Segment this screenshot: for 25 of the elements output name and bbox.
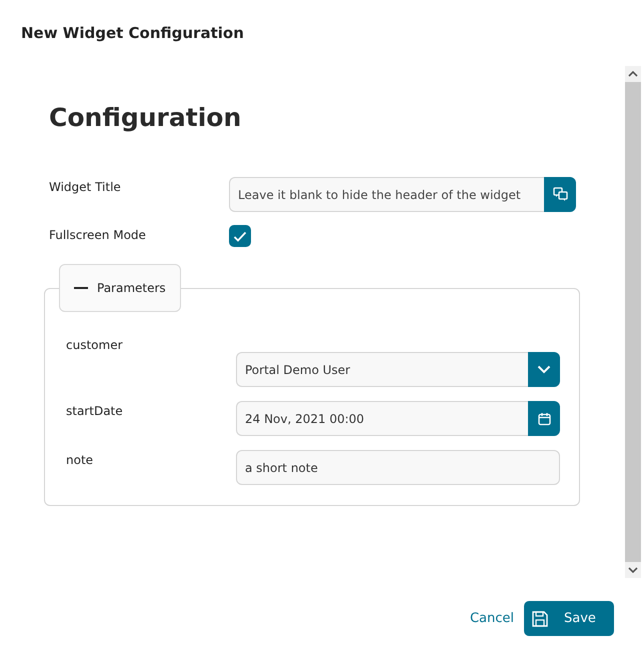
field-label: startDate xyxy=(66,403,124,418)
field-label: note xyxy=(66,452,94,467)
input-field[interactable]: 24 Nov, 2021 00:00 xyxy=(236,401,528,436)
input-field[interactable]: a short note xyxy=(236,450,560,485)
save-button[interactable]: Save xyxy=(524,601,614,636)
calendar-icon xyxy=(538,412,550,426)
dialog-title: New Widget Configuration xyxy=(20,23,245,44)
cancel-link[interactable]: Cancel xyxy=(470,611,514,626)
field-label: customer xyxy=(66,337,124,352)
speech-bubbles-icon xyxy=(552,187,568,202)
chevron-up-icon[interactable] xyxy=(628,71,638,77)
dropdown-button[interactable] xyxy=(528,352,560,387)
input-field[interactable]: Leave it blank to hide the header of the widget xyxy=(229,177,544,212)
calendar-button[interactable] xyxy=(528,401,560,436)
input-field[interactable]: Portal Demo User xyxy=(236,352,528,387)
parameters-toggle[interactable]: Parameters xyxy=(59,264,181,312)
translate-button[interactable] xyxy=(544,177,576,212)
chevron-down-icon[interactable] xyxy=(628,567,638,573)
scrollbar[interactable] xyxy=(625,66,641,578)
checkmark-icon xyxy=(233,230,247,242)
section-heading: Configuration xyxy=(49,102,242,134)
checkbox[interactable] xyxy=(229,225,251,247)
chevron-down-icon xyxy=(537,365,551,374)
field-label: Widget Title xyxy=(49,179,122,194)
field-label: Fullscreen Mode xyxy=(49,227,147,242)
